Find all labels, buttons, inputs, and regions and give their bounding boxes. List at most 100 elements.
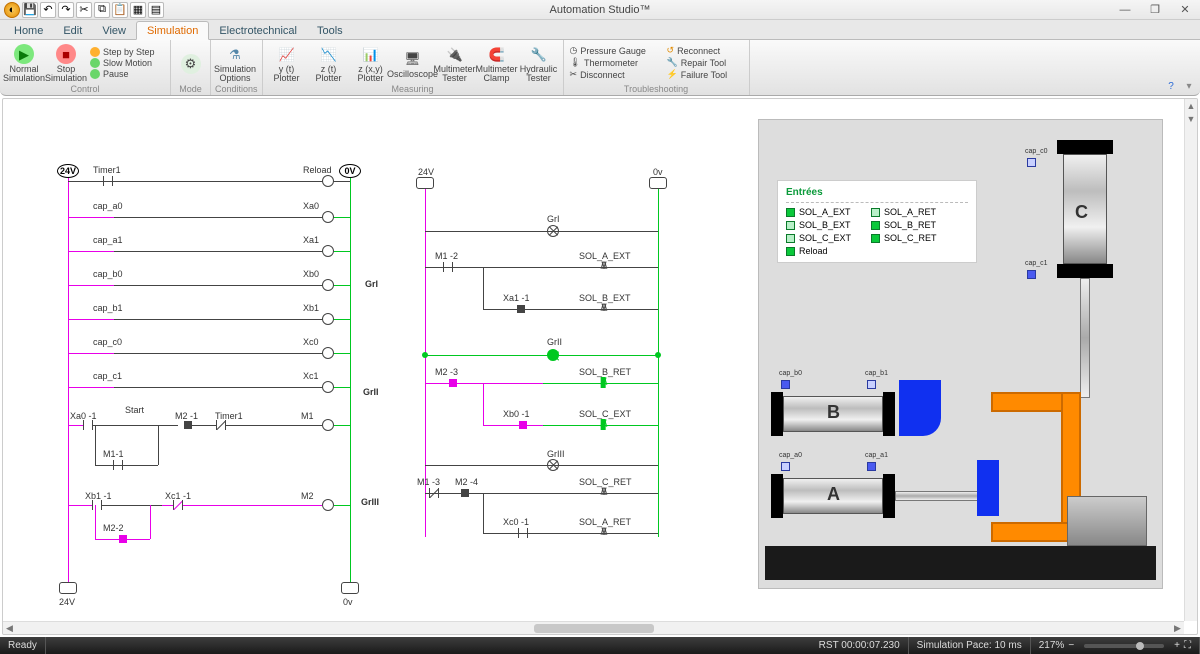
qat-copy-icon[interactable]: ⧉ xyxy=(94,2,110,18)
maximize-button[interactable]: ❐ xyxy=(1140,0,1170,20)
help-icon[interactable]: ? xyxy=(1164,79,1178,93)
qat-grid1-icon[interactable]: ▦ xyxy=(130,2,146,18)
close-button[interactable]: ✕ xyxy=(1170,0,1200,20)
contact-timer1[interactable] xyxy=(103,176,113,186)
contact-m2-3[interactable] xyxy=(449,379,457,387)
zoom-fit-icon[interactable]: ⛶ xyxy=(1184,640,1191,651)
coil-xa1[interactable] xyxy=(322,245,334,257)
contact-xc0-1[interactable] xyxy=(518,528,528,538)
workspace[interactable]: 24V 0V Timer1 Reload cap_a0 Xa0 cap_a1 X… xyxy=(2,98,1198,635)
lamp-grii[interactable] xyxy=(547,349,559,361)
contact-m2-4[interactable] xyxy=(461,489,469,497)
zt-plotter-button[interactable]: 📉z (t) Plotter xyxy=(309,42,349,83)
coil-reload[interactable] xyxy=(322,175,334,187)
zoom-in-icon[interactable]: + xyxy=(1174,640,1180,651)
pause-button[interactable]: Pause xyxy=(88,69,166,79)
sol-a-ext[interactable]: /\/\/\ xyxy=(601,261,606,272)
scroll-left-icon[interactable]: ◀ xyxy=(3,622,16,634)
sol-c-ext[interactable]: /\/\/\ xyxy=(601,419,606,430)
label-0v-r: 0v xyxy=(653,167,663,177)
stop-simulation-button[interactable]: ■ Stop Simulation xyxy=(46,42,86,83)
qat-paste-icon[interactable]: 📋 xyxy=(112,2,128,18)
minimize-button[interactable]: — xyxy=(1110,0,1140,20)
sol-b-ret[interactable]: /\/\/\ xyxy=(601,377,606,388)
sol-a-ret[interactable]: /\/\/\ xyxy=(601,527,606,538)
horizontal-scrollbar[interactable]: ◀ ▶ xyxy=(3,621,1184,634)
qat-grid2-icon[interactable]: ▤ xyxy=(148,2,164,18)
thermometer-button[interactable]: 🌡Thermometer xyxy=(568,57,663,68)
failure-button[interactable]: ⚡Failure Tool xyxy=(665,69,745,80)
cylinder-c[interactable]: C xyxy=(1057,140,1113,398)
label-cap-b1: cap_b1 xyxy=(93,303,123,313)
coil-xb1[interactable] xyxy=(322,313,334,325)
coil-xa0[interactable] xyxy=(322,211,334,223)
zxy-plotter-button[interactable]: 📊z (x,y) Plotter xyxy=(351,42,391,83)
contact-xa1-1[interactable] xyxy=(517,305,525,313)
bus-0v-badge: 0V xyxy=(339,164,361,178)
contact-timer1-nc[interactable] xyxy=(216,420,226,430)
label-xa1: Xa1 xyxy=(303,235,319,245)
tab-view[interactable]: View xyxy=(92,22,136,39)
multimeter-button[interactable]: 🔌Multimeter Tester xyxy=(435,42,475,83)
scroll-right-icon[interactable]: ▶ xyxy=(1171,622,1184,634)
oscilloscope-button[interactable]: 🖥Oscilloscope xyxy=(393,42,433,83)
tab-edit[interactable]: Edit xyxy=(53,22,92,39)
contact-m2-1-nc[interactable] xyxy=(184,421,192,429)
yt-plotter-button[interactable]: 📈y (t) Plotter xyxy=(267,42,307,83)
hydraulic-tester-button[interactable]: 🔧Hydraulic Tester xyxy=(519,42,559,83)
lamp-griii[interactable] xyxy=(547,459,559,471)
qat-redo-icon[interactable]: ↷ xyxy=(58,2,74,18)
tab-simulation[interactable]: Simulation xyxy=(136,21,209,40)
scroll-thumb[interactable] xyxy=(534,624,654,633)
contact-m1-2[interactable] xyxy=(443,262,453,272)
zoom-out-icon[interactable]: − xyxy=(1068,640,1074,651)
contact-m1-1[interactable] xyxy=(113,460,123,470)
sensor-cap-a0 xyxy=(781,462,790,471)
label-xc1: Xc1 xyxy=(303,371,319,381)
zoom-slider[interactable] xyxy=(1084,644,1164,648)
scroll-down-icon[interactable]: ▼ xyxy=(1185,112,1197,125)
tab-tools[interactable]: Tools xyxy=(307,22,353,39)
repair-button[interactable]: 🔧Repair Tool xyxy=(665,57,745,68)
slow-button[interactable]: Slow Motion xyxy=(88,58,166,68)
qat-cut-icon[interactable]: ✂ xyxy=(76,2,92,18)
simulation-options-button[interactable]: ⚗Simulation Options xyxy=(215,42,255,83)
normal-simulation-button[interactable]: ▶ Normal Simulation xyxy=(4,42,44,83)
coil-xb0[interactable] xyxy=(322,279,334,291)
label-griii: GrIII xyxy=(361,497,379,507)
coil-m2[interactable] xyxy=(322,499,334,511)
vertical-scrollbar[interactable]: ▲ ▼ xyxy=(1184,99,1197,621)
disconnect-button[interactable]: ✂Disconnect xyxy=(568,69,663,80)
reconnect-button[interactable]: ↺Reconnect xyxy=(665,45,745,56)
qat-save-icon[interactable]: 💾 xyxy=(22,2,38,18)
legend-sol-a-ext: SOL_A_EXT xyxy=(786,207,851,217)
lamp-gri[interactable] xyxy=(547,225,559,237)
scroll-up-icon[interactable]: ▲ xyxy=(1185,99,1197,112)
contact-m1-3[interactable] xyxy=(429,488,439,498)
ribbon-minimize-icon[interactable]: ▾ xyxy=(1182,79,1196,93)
contact-xa0-1[interactable] xyxy=(83,420,93,430)
coil-xc0[interactable] xyxy=(322,347,334,359)
clamp-button[interactable]: 🧲Multimeter Clamp xyxy=(477,42,517,83)
step-button[interactable]: Step by Step xyxy=(88,47,166,57)
coil-m1[interactable] xyxy=(322,419,334,431)
tab-electrotechnical[interactable]: Electrotechnical xyxy=(209,22,307,39)
sol-b-ext[interactable]: /\/\/\ xyxy=(601,303,606,314)
cylinder-b[interactable]: B xyxy=(771,392,895,436)
legend-sol-c-ret: SOL_C_RET xyxy=(871,233,937,243)
mode-button[interactable]: ⚙ xyxy=(175,42,206,83)
cylinder-a[interactable]: A xyxy=(771,474,985,518)
sol-c-ret[interactable]: /\/\/\ xyxy=(601,487,606,498)
app-icon[interactable]: ◐ xyxy=(4,2,20,18)
contact-xb0-1[interactable] xyxy=(519,421,527,429)
contact-xb1-1[interactable] xyxy=(92,500,102,510)
tab-home[interactable]: Home xyxy=(4,22,53,39)
coil-xc1[interactable] xyxy=(322,381,334,393)
qat-undo-icon[interactable]: ↶ xyxy=(40,2,56,18)
diagram-canvas[interactable]: 24V 0V Timer1 Reload cap_a0 Xa0 cap_a1 X… xyxy=(3,99,1184,621)
contact-xc1-1[interactable] xyxy=(173,500,183,510)
ribbon-group-measuring: 📈y (t) Plotter 📉z (t) Plotter 📊z (x,y) P… xyxy=(263,40,564,95)
contact-m2-2[interactable] xyxy=(119,535,127,543)
pressure-gauge-button[interactable]: ◷Pressure Gauge xyxy=(568,45,663,56)
ribbon-group-conditions: ⚗Simulation Options Conditions xyxy=(211,40,263,95)
